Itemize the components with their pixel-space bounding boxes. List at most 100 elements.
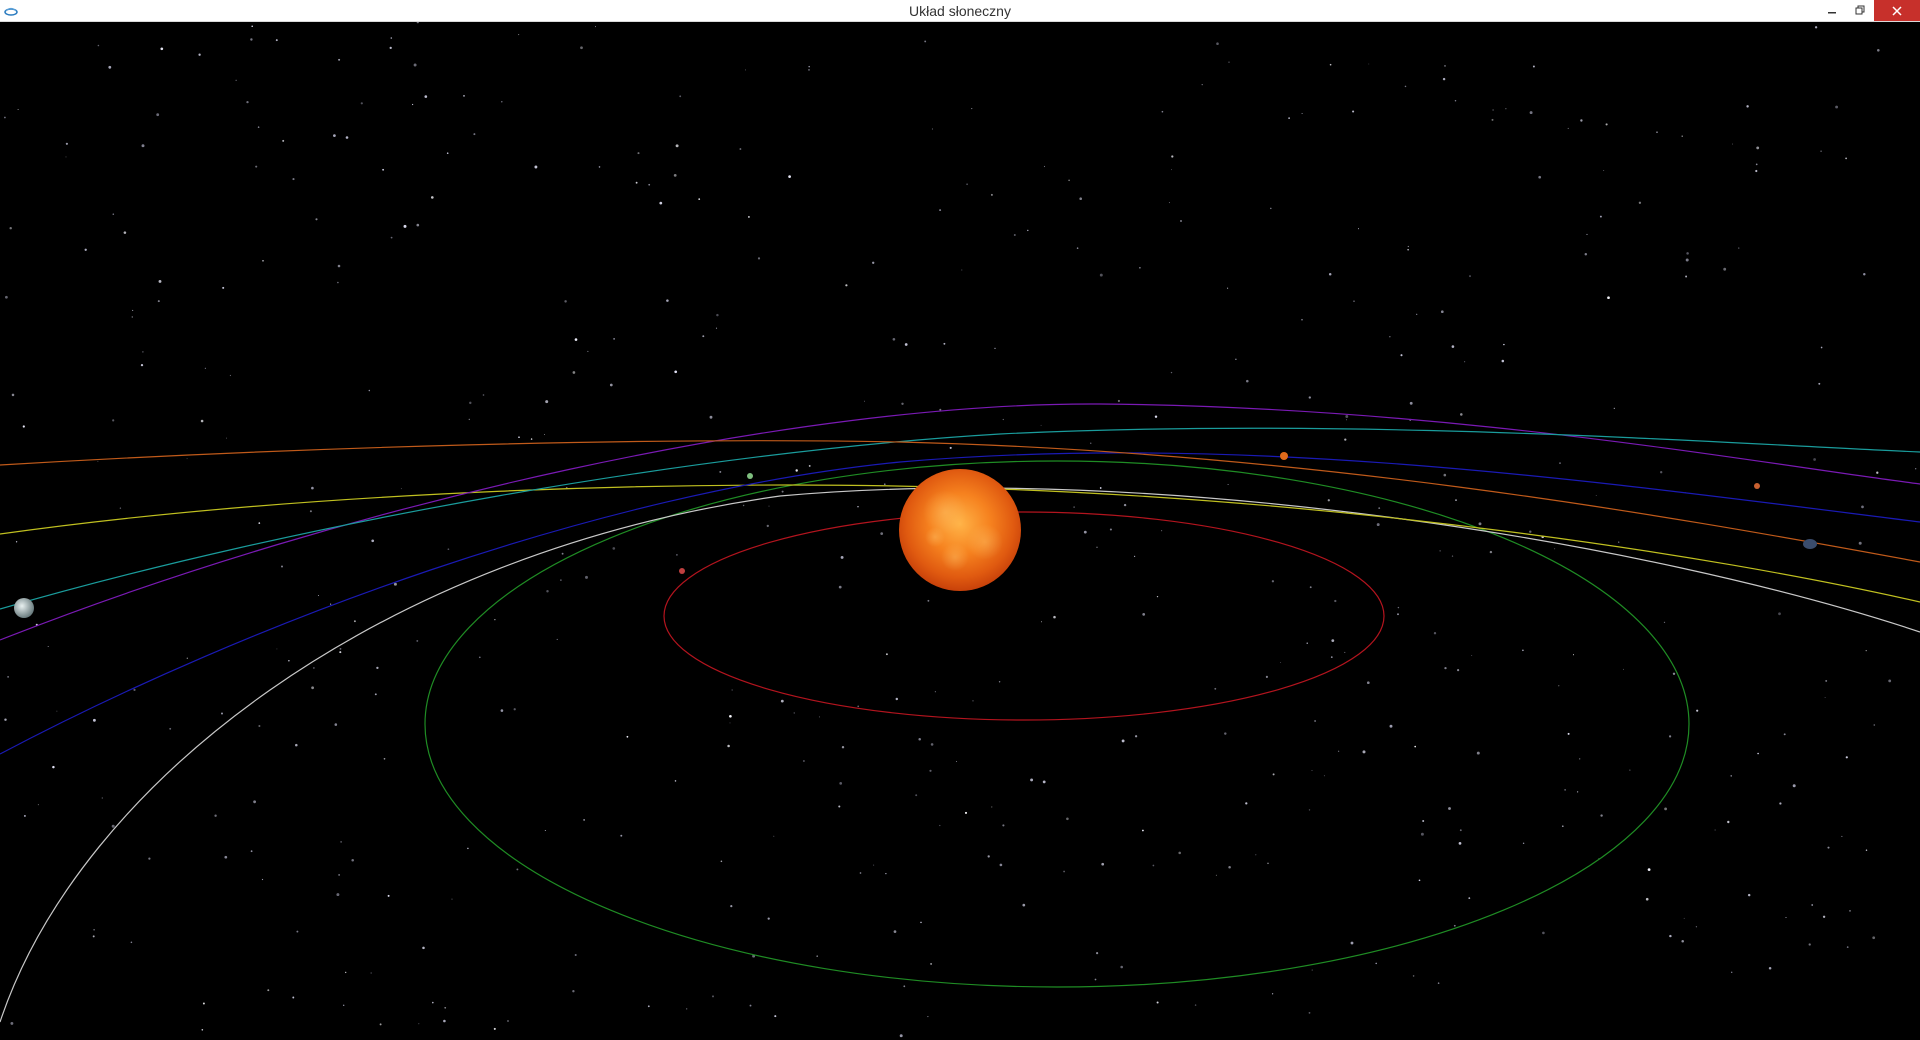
planet-mercury[interactable]	[679, 568, 685, 574]
star	[1121, 739, 1125, 743]
star	[432, 1001, 434, 1004]
star	[1352, 110, 1355, 113]
window-controls	[1818, 0, 1920, 21]
star	[1584, 252, 1588, 256]
star	[872, 261, 875, 264]
star	[424, 95, 428, 98]
star	[647, 1005, 650, 1008]
star	[1442, 77, 1446, 81]
star	[1451, 345, 1455, 348]
star	[1053, 615, 1056, 619]
star	[1301, 112, 1303, 115]
star	[222, 286, 225, 289]
star	[1288, 117, 1290, 119]
star	[1228, 61, 1230, 63]
star	[225, 437, 228, 439]
star	[1142, 613, 1146, 616]
star	[1683, 917, 1685, 919]
star	[893, 930, 897, 933]
planet-mars[interactable]	[1280, 452, 1288, 460]
star	[544, 434, 546, 435]
star	[1400, 354, 1403, 357]
star	[1013, 234, 1016, 236]
planet-venus[interactable]	[747, 473, 753, 479]
star	[838, 805, 841, 808]
planet-uranus[interactable]	[14, 598, 34, 618]
star	[132, 309, 134, 311]
star	[1201, 83, 1203, 86]
star	[580, 46, 583, 50]
restore-button[interactable]	[1846, 0, 1874, 21]
star	[1309, 586, 1312, 589]
star	[546, 590, 549, 593]
star	[1368, 63, 1370, 65]
star	[1416, 313, 1418, 315]
star	[544, 830, 546, 831]
star	[1476, 751, 1480, 755]
star	[376, 666, 379, 670]
star	[493, 1027, 496, 1030]
restore-icon	[1855, 4, 1865, 17]
star	[560, 579, 562, 581]
star	[1849, 910, 1851, 912]
star	[148, 857, 151, 860]
star	[1235, 358, 1237, 360]
star	[972, 700, 974, 702]
star	[141, 144, 145, 148]
star	[1455, 499, 1457, 502]
star	[501, 101, 503, 103]
star	[251, 25, 253, 28]
star	[1152, 864, 1155, 867]
star	[112, 213, 115, 215]
star	[1529, 111, 1533, 115]
star	[1491, 118, 1494, 121]
star	[383, 757, 386, 760]
star	[416, 223, 420, 227]
star	[1040, 424, 1042, 426]
star	[1139, 267, 1141, 269]
star	[1664, 807, 1667, 811]
star	[880, 532, 884, 535]
star	[927, 599, 930, 602]
star	[513, 708, 516, 711]
star	[1768, 967, 1772, 970]
star	[561, 552, 564, 555]
star	[1865, 849, 1868, 851]
star	[1096, 546, 1098, 548]
star	[317, 595, 319, 596]
star	[1407, 245, 1409, 248]
star	[698, 198, 701, 200]
sun[interactable]	[899, 469, 1021, 591]
star	[311, 486, 314, 490]
planet-neptune[interactable]	[1803, 539, 1817, 549]
app-window: Układ słoneczny	[0, 0, 1920, 1040]
star	[1133, 555, 1136, 558]
star	[1865, 649, 1867, 652]
star	[1559, 462, 1561, 464]
star	[674, 780, 677, 782]
star	[418, 1023, 420, 1025]
star	[246, 100, 249, 104]
star	[1747, 893, 1751, 897]
scene-viewport[interactable]	[0, 22, 1920, 1040]
star	[416, 639, 419, 642]
star	[1068, 179, 1070, 182]
star	[101, 797, 103, 799]
star	[518, 34, 520, 36]
star	[1439, 550, 1441, 552]
planet-small-right[interactable]	[1754, 483, 1760, 489]
star	[1454, 100, 1457, 102]
close-button[interactable]	[1874, 0, 1920, 21]
star	[315, 218, 318, 221]
star	[964, 811, 968, 814]
star	[1224, 732, 1227, 735]
star	[1002, 418, 1004, 421]
star	[840, 555, 844, 559]
star	[1603, 170, 1605, 171]
star	[1561, 825, 1564, 828]
star	[1915, 468, 1917, 470]
minimize-button[interactable]	[1818, 0, 1846, 21]
star	[857, 506, 859, 508]
title-bar[interactable]: Układ słoneczny	[0, 0, 1920, 22]
star	[795, 469, 798, 472]
